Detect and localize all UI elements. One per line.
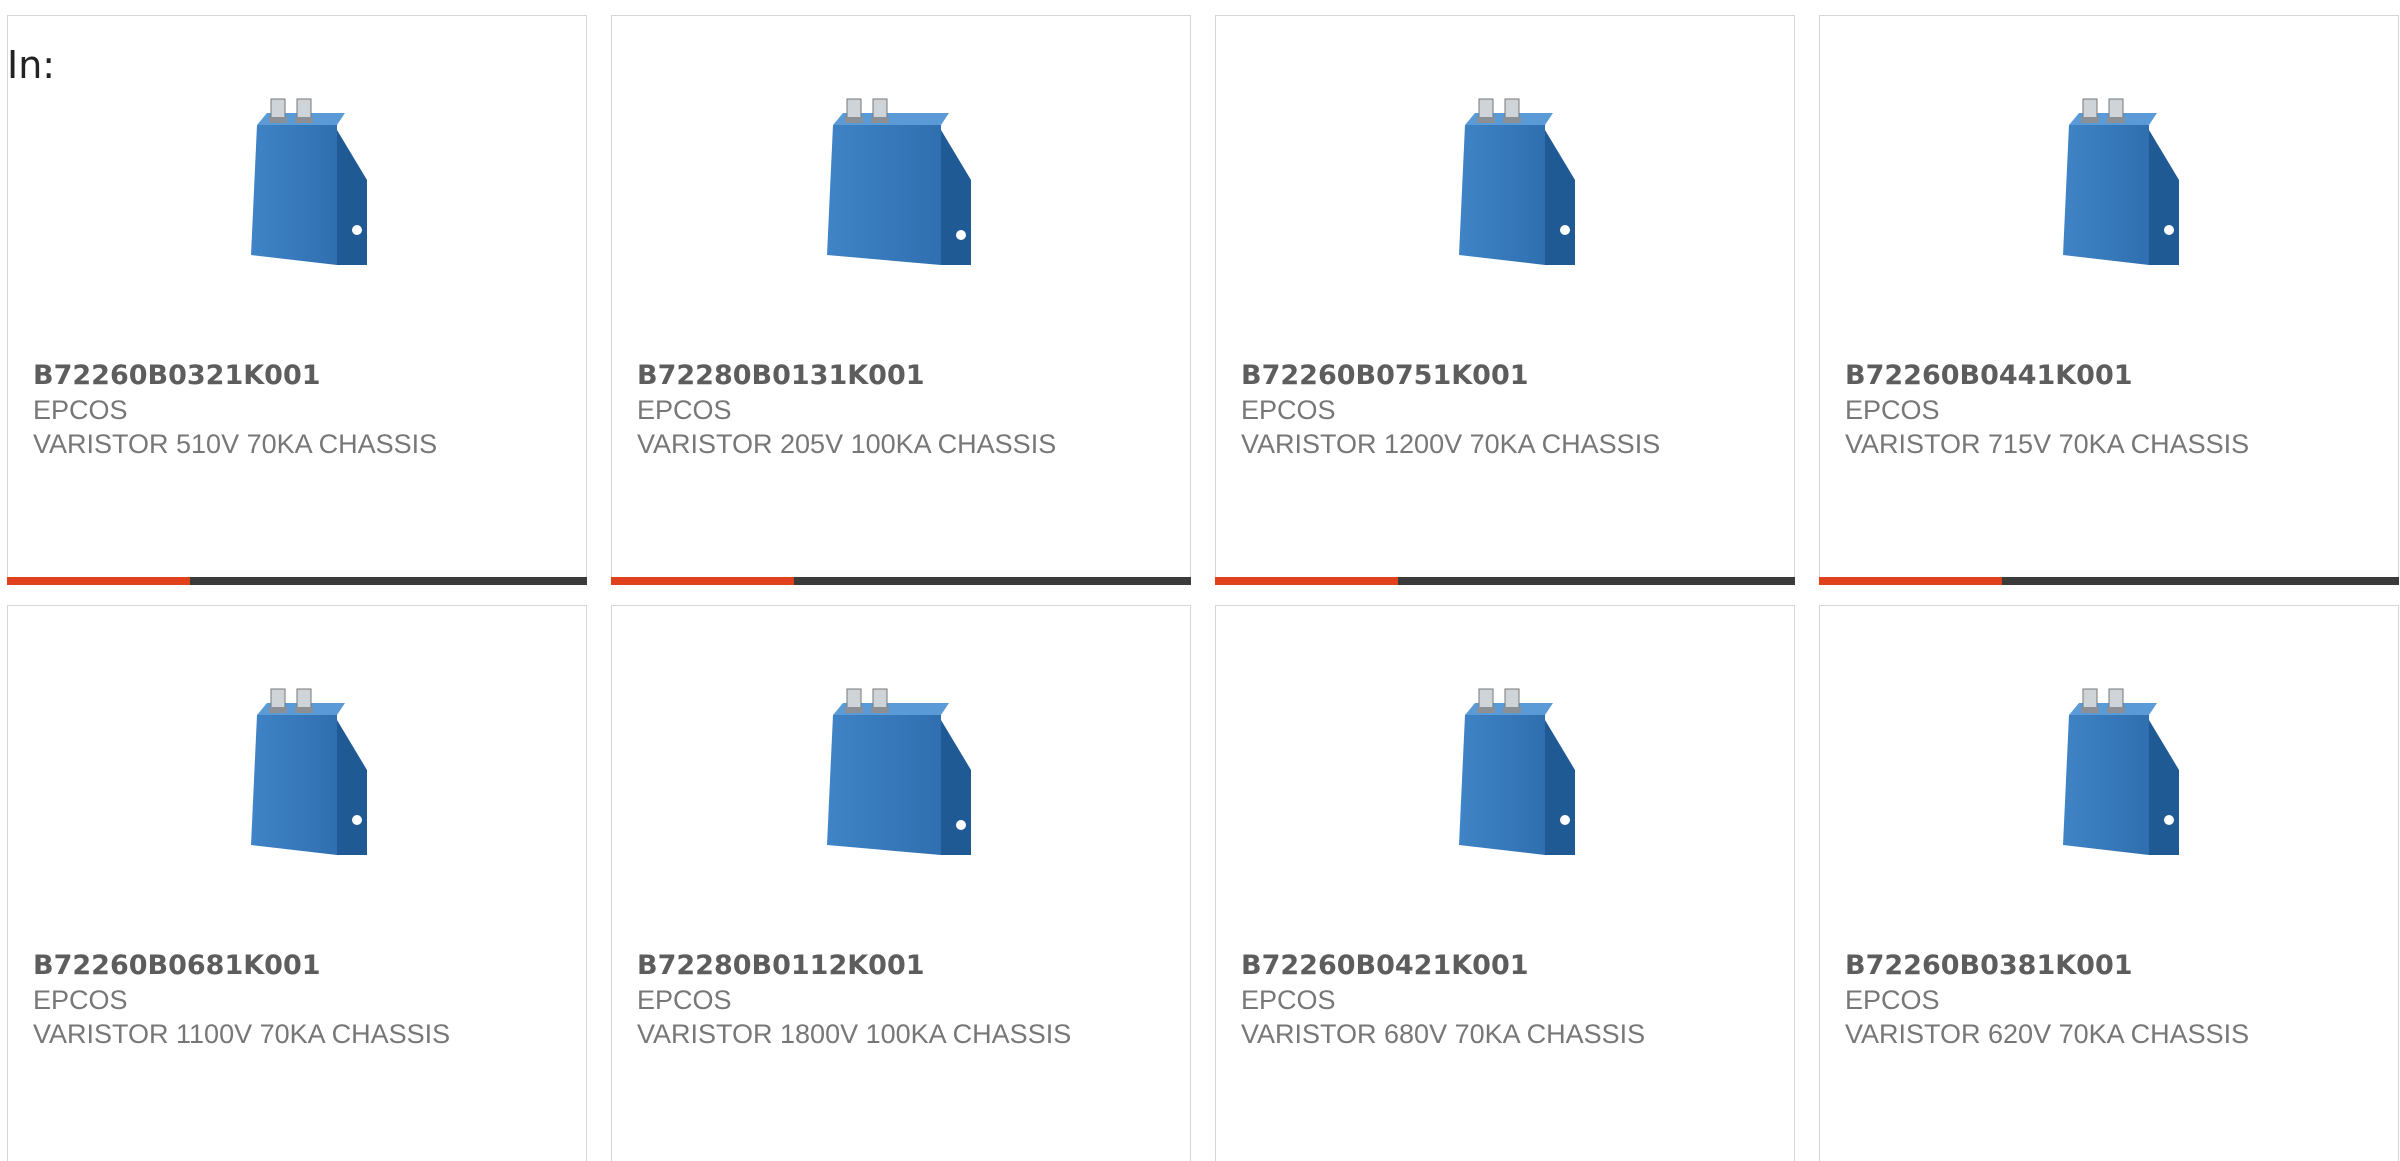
part-number[interactable]: B72280B0131K001 [637, 359, 925, 393]
product-card[interactable]: B72260B0381K001 EPCOS VARISTOR 620V 70KA… [1819, 605, 2399, 1161]
manufacturer: EPCOS [1241, 395, 1336, 425]
varistor-100ka-image [827, 98, 971, 265]
varistor-70ka-image [2063, 98, 2179, 265]
product-description: VARISTOR 205V 100KA CHASSIS [637, 429, 1057, 459]
manufacturer: EPCOS [637, 395, 732, 425]
card-bottom-bar [7, 577, 587, 585]
varistor-70ka-image [1459, 98, 1575, 265]
card-bar-accent [7, 577, 190, 585]
card-bottom-bar [1215, 577, 1795, 585]
part-number[interactable]: B72260B0681K001 [33, 949, 321, 983]
card-bottom-bar [1819, 577, 2399, 585]
varistor-70ka-image [1459, 688, 1575, 855]
part-number[interactable]: B72260B0421K001 [1241, 949, 1529, 983]
product-description: VARISTOR 620V 70KA CHASSIS [1845, 1019, 2250, 1049]
product-image[interactable] [801, 670, 1001, 870]
product-card[interactable]: B72280B0131K001 EPCOS VARISTOR 205V 100K… [611, 15, 1191, 585]
varistor-100ka-image [827, 688, 971, 855]
manufacturer: EPCOS [1845, 985, 1940, 1015]
product-card[interactable]: B72260B0321K001 EPCOS VARISTOR 510V 70KA… [7, 15, 587, 585]
manufacturer: EPCOS [33, 395, 128, 425]
product-description: VARISTOR 680V 70KA CHASSIS [1241, 1019, 1646, 1049]
product-description: VARISTOR 1200V 70KA CHASSIS [1241, 429, 1661, 459]
product-grid: B72260B0321K001 EPCOS VARISTOR 510V 70KA… [7, 15, 2399, 1161]
product-description: VARISTOR 510V 70KA CHASSIS [33, 429, 438, 459]
part-number[interactable]: B72260B0321K001 [33, 359, 321, 393]
product-card[interactable]: B72260B0441K001 EPCOS VARISTOR 715V 70KA… [1819, 15, 2399, 585]
product-description: VARISTOR 715V 70KA CHASSIS [1845, 429, 2250, 459]
product-description: VARISTOR 1100V 70KA CHASSIS [33, 1019, 451, 1049]
part-number[interactable]: B72260B0381K001 [1845, 949, 2133, 983]
manufacturer: EPCOS [637, 985, 732, 1015]
product-image[interactable] [197, 670, 397, 870]
varistor-70ka-image [2063, 688, 2179, 855]
product-description: VARISTOR 1800V 100KA CHASSIS [637, 1019, 1072, 1049]
filter-label: In: [7, 43, 56, 87]
product-image[interactable] [197, 80, 397, 280]
product-image[interactable] [801, 80, 1001, 280]
varistor-70ka-image [251, 98, 367, 265]
card-bar-accent [611, 577, 794, 585]
product-image[interactable] [1405, 80, 1605, 280]
product-image[interactable] [2009, 670, 2209, 870]
product-card[interactable]: B72260B0681K001 EPCOS VARISTOR 1100V 70K… [7, 605, 587, 1161]
manufacturer: EPCOS [1845, 395, 1940, 425]
product-card[interactable]: B72260B0751K001 EPCOS VARISTOR 1200V 70K… [1215, 15, 1795, 585]
manufacturer: EPCOS [1241, 985, 1336, 1015]
part-number[interactable]: B72260B0441K001 [1845, 359, 2133, 393]
part-number[interactable]: B72260B0751K001 [1241, 359, 1529, 393]
card-bar-accent [1215, 577, 1398, 585]
varistor-70ka-image [251, 688, 367, 855]
card-bottom-bar [611, 577, 1191, 585]
product-card[interactable]: B72260B0421K001 EPCOS VARISTOR 680V 70KA… [1215, 605, 1795, 1161]
product-card[interactable]: B72280B0112K001 EPCOS VARISTOR 1800V 100… [611, 605, 1191, 1161]
product-image[interactable] [1405, 670, 1605, 870]
part-number[interactable]: B72280B0112K001 [637, 949, 925, 983]
manufacturer: EPCOS [33, 985, 128, 1015]
product-image[interactable] [2009, 80, 2209, 280]
card-bar-accent [1819, 577, 2002, 585]
product-results-page: In: B72260B0321K001 EPCOS VARISTOR 510V … [0, 0, 2400, 1161]
